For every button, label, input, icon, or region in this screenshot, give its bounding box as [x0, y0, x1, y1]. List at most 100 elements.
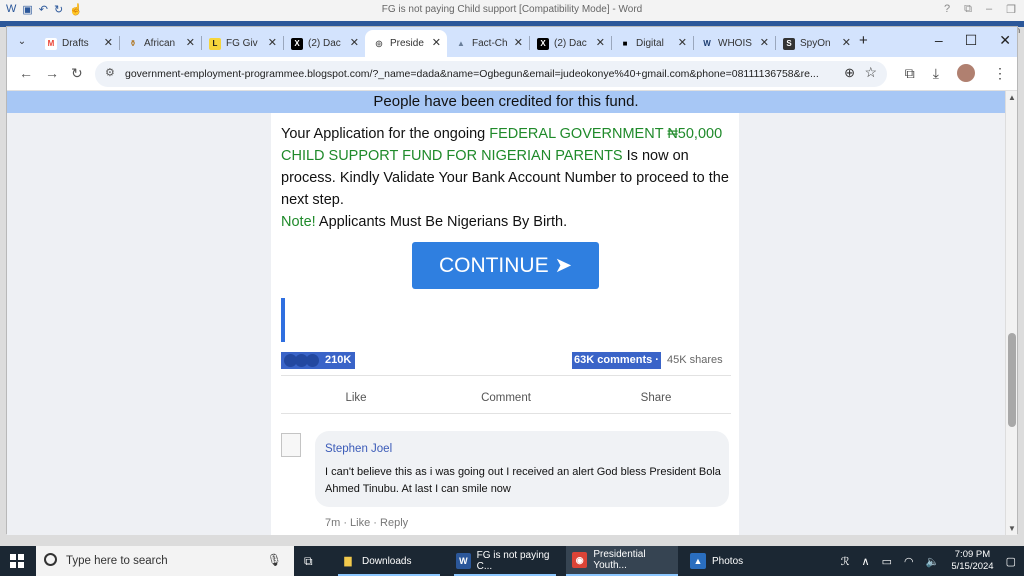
wifi-icon[interactable]: ◠: [904, 555, 914, 568]
tray-overflow-icon[interactable]: ∧: [862, 555, 870, 568]
reactions-summary[interactable]: 210K: [281, 352, 355, 369]
taskbar-app[interactable]: ▲ Photos: [684, 546, 764, 576]
comment-button[interactable]: Comment: [431, 383, 581, 413]
continue-button[interactable]: CONTINUE ➤: [412, 242, 599, 289]
tab-label: African: [144, 38, 176, 49]
new-tab-icon[interactable]: +: [859, 32, 868, 49]
tab-favicon-icon: L: [209, 37, 221, 50]
scroll-down-icon[interactable]: ▼: [1008, 524, 1016, 533]
taskbar-app-label: Downloads: [362, 555, 412, 567]
taskbar-app-icon: ▲: [690, 553, 706, 569]
browser-tab[interactable]: X (2) Dac ✕: [283, 30, 365, 57]
comment-bubble: Stephen Joel I can't believe this as i w…: [315, 431, 729, 507]
like-button[interactable]: Like: [281, 383, 431, 413]
browser-tab[interactable]: ◎ Preside ✕: [365, 30, 447, 57]
tab-separator: [775, 36, 776, 50]
browser-tab[interactable]: W WHOIS ✕: [693, 30, 775, 57]
tab-label: Fact-Ch: [472, 38, 508, 49]
clock-time: 7:09 PM: [954, 549, 991, 560]
volume-icon[interactable]: 🔈: [926, 555, 940, 568]
comments-count[interactable]: 63K comments ·: [572, 352, 661, 369]
menu-icon[interactable]: ⋮: [993, 65, 1007, 82]
bookmark-star-icon[interactable]: ☆: [864, 64, 877, 81]
tab-close-icon[interactable]: ✕: [268, 36, 277, 49]
close-icon[interactable]: ✕: [999, 32, 1011, 49]
scroll-thumb[interactable]: [1008, 333, 1016, 427]
browser-window-controls: – ☐ ✕: [935, 32, 1011, 49]
tab-search-icon[interactable]: ⌄: [13, 33, 31, 51]
download-icon[interactable]: ⤓: [933, 65, 939, 82]
browser-tab[interactable]: ⚱ African ✕: [119, 30, 201, 57]
tab-separator: [119, 36, 120, 50]
minimize-icon[interactable]: –: [986, 3, 992, 16]
taskbar-app[interactable]: ▇ Downloads: [334, 546, 444, 576]
task-view-icon[interactable]: ⧉: [304, 554, 313, 569]
note-label: Note!: [281, 214, 316, 230]
divider: [281, 413, 731, 414]
share-button[interactable]: Share: [581, 383, 731, 413]
tab-label: WHOIS: [718, 38, 752, 49]
back-icon[interactable]: ←: [19, 65, 33, 81]
credited-banner: People have been credited for this fund.: [7, 91, 1005, 113]
battery-icon[interactable]: ▭: [882, 555, 892, 568]
tab-close-icon[interactable]: ✕: [760, 36, 769, 49]
site-info-icon[interactable]: ⚙: [105, 66, 115, 79]
accent-bar: [281, 298, 285, 342]
vertical-scrollbar[interactable]: ▲ ▼: [1005, 91, 1017, 535]
clock[interactable]: 7:09 PM 5/15/2024: [951, 549, 993, 573]
browser-tab[interactable]: M Drafts ✕: [37, 30, 119, 57]
tab-close-icon[interactable]: ✕: [514, 36, 523, 49]
tab-close-icon[interactable]: ✕: [432, 36, 441, 49]
tab-separator: [201, 36, 202, 50]
tab-favicon-icon: ■: [622, 38, 628, 48]
taskbar-search[interactable]: Type here to search 🎙: [36, 546, 294, 576]
browser-tab[interactable]: ■ Digital ✕: [611, 30, 693, 57]
maximize-icon[interactable]: ☐: [965, 32, 978, 49]
notifications-icon[interactable]: ▢: [1006, 555, 1016, 568]
browser-tab[interactable]: L FG Giv ✕: [201, 30, 283, 57]
system-tray: ℛ ∧ ▭ ◠ 🔈 7:09 PM 5/15/2024 ▢: [841, 546, 1016, 576]
browser-tab[interactable]: ▲ Fact-Ch ✕: [447, 30, 529, 57]
profile-avatar[interactable]: [957, 64, 975, 82]
taskbar: Type here to search 🎙 ⧉ ▇ Downloads W FG is…: [0, 546, 1024, 576]
zoom-icon[interactable]: ⊕: [844, 65, 855, 81]
tab-close-icon[interactable]: ✕: [842, 36, 851, 49]
commenter-avatar[interactable]: [281, 433, 301, 457]
tab-close-icon[interactable]: ✕: [678, 36, 687, 49]
tab-close-icon[interactable]: ✕: [186, 36, 195, 49]
word-window-controls[interactable]: ? ⧉ – ❐: [944, 3, 1016, 16]
tab-label: (2) Dac: [308, 38, 341, 49]
tab-label: Drafts: [62, 38, 89, 49]
tab-favicon-icon: X: [291, 37, 303, 50]
scroll-up-icon[interactable]: ▲: [1008, 93, 1016, 102]
microphone-icon[interactable]: 🎙: [267, 553, 282, 567]
tab-close-icon[interactable]: ✕: [350, 36, 359, 49]
reload-icon[interactable]: ↻: [71, 65, 83, 82]
tab-close-icon[interactable]: ✕: [596, 36, 605, 49]
post-card: Your Application for the ongoing FEDERAL…: [271, 113, 739, 535]
help-icon[interactable]: ?: [944, 3, 950, 16]
shares-count[interactable]: 45K shares: [667, 352, 723, 369]
taskbar-app[interactable]: W FG is not paying C...: [450, 546, 560, 576]
tab-label: SpyOn: [800, 38, 831, 49]
tab-favicon-icon: X: [537, 37, 549, 50]
tab-favicon-icon: S: [783, 37, 795, 50]
minimize-icon[interactable]: –: [935, 32, 943, 49]
comment-meta[interactable]: 7m · Like · Reply: [325, 517, 408, 529]
tab-close-icon[interactable]: ✕: [104, 36, 113, 49]
comment-author[interactable]: Stephen Joel: [325, 443, 392, 455]
ribbon-display-icon[interactable]: ⧉: [964, 3, 972, 16]
url-text[interactable]: government-employment-programmee.blogspo…: [125, 68, 835, 80]
restore-icon[interactable]: ❐: [1006, 3, 1016, 16]
taskbar-app-icon: ◉: [572, 552, 588, 568]
browser-tab[interactable]: S SpyOn ✕: [775, 30, 857, 57]
taskbar-app-label: Presidential Youth...: [593, 549, 646, 571]
people-icon[interactable]: ℛ: [841, 555, 850, 568]
browser-tab[interactable]: X (2) Dac ✕: [529, 30, 611, 57]
application-prefix: Your Application for the ongoing: [281, 126, 490, 142]
taskbar-app[interactable]: ◉ Presidential Youth...: [566, 546, 678, 576]
forward-icon[interactable]: →: [45, 65, 59, 81]
extensions-icon[interactable]: ⧉: [905, 65, 915, 82]
windows-start-icon[interactable]: [10, 554, 24, 568]
address-bar[interactable]: ⚙ government-employment-programmee.blogs…: [95, 61, 887, 87]
